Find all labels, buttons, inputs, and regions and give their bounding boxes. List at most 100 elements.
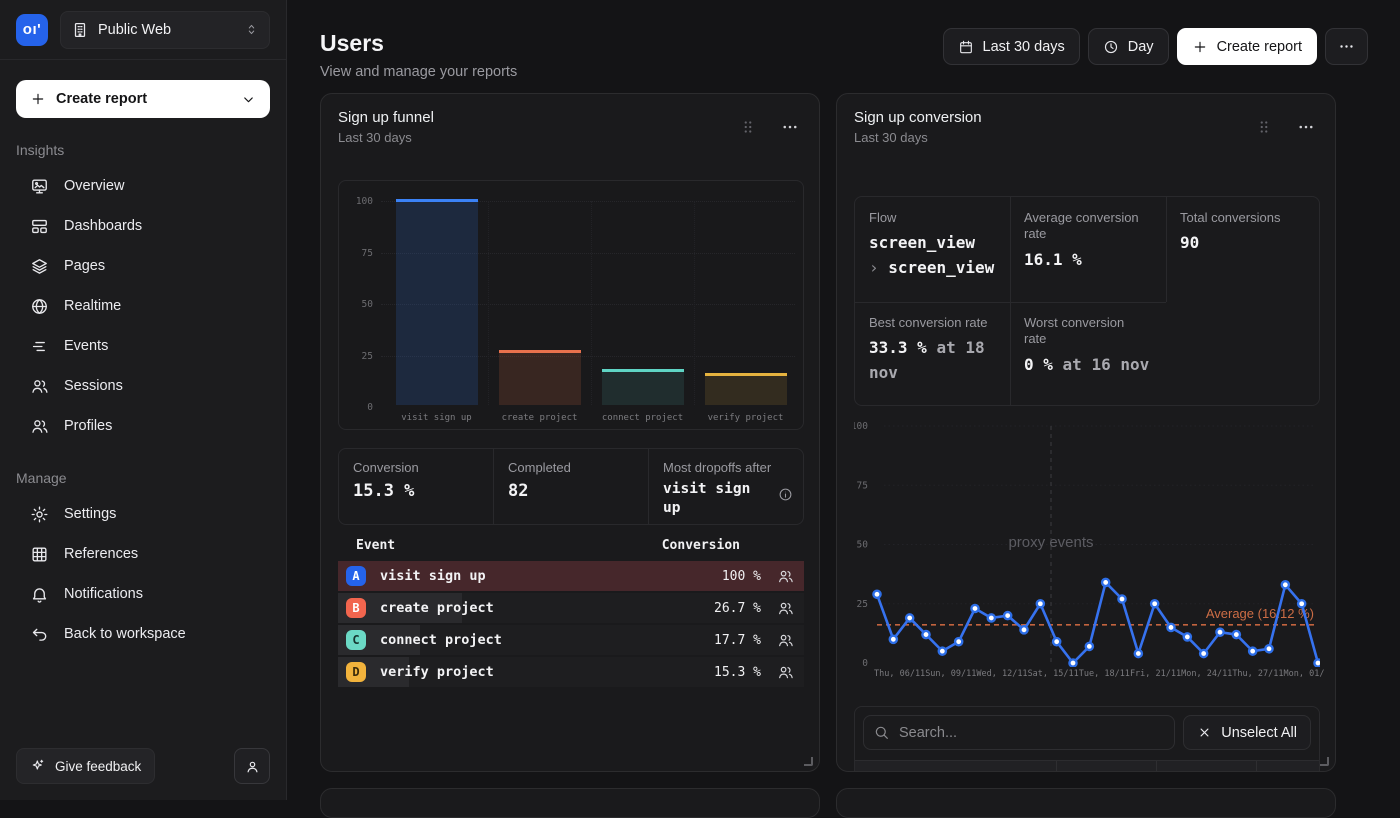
funnel-card: Sign up funnel Last 30 days 0255075100vi… <box>320 93 820 772</box>
give-feedback-button[interactable]: Give feedback <box>16 748 155 784</box>
project-name: Public Web <box>98 22 171 38</box>
sidebar-header: oı' Public Web <box>0 0 286 60</box>
svg-text:proxy events: proxy events <box>1008 534 1093 551</box>
clipped-card <box>836 788 1336 818</box>
avatar-button[interactable] <box>234 748 270 784</box>
sidebar-item-realtime[interactable]: Realtime <box>16 286 270 326</box>
stat-conversion: Conversion 15.3 % <box>339 449 493 524</box>
sidebar-item-label: Events <box>64 338 108 354</box>
sidebar-item-dashboards[interactable]: Dashboards <box>16 206 270 246</box>
event-table: Event Conversion Avisit sign up100 %Bcre… <box>338 531 804 687</box>
people-icon[interactable] <box>777 664 794 681</box>
event-row[interactable]: Bcreate project26.7 % <box>338 593 804 623</box>
resize-grip[interactable] <box>804 757 813 766</box>
toolbar: Last 30 days Day Create report <box>943 28 1368 65</box>
sidebar-item-label: Realtime <box>64 298 121 314</box>
card-subtitle: Last 30 days <box>854 130 982 145</box>
sidebar-item-profiles[interactable]: Profiles <box>16 406 270 446</box>
card-title: Sign up conversion <box>854 109 982 126</box>
grid-icon <box>30 545 49 564</box>
card-subtitle: Last 30 days <box>338 130 434 145</box>
create-report-button[interactable]: Create report <box>1177 28 1317 65</box>
y-tick: 75 <box>347 248 373 259</box>
svg-text:Average (16.12 %): Average (16.12 %) <box>1206 606 1314 621</box>
drag-handle-icon[interactable] <box>1255 118 1273 136</box>
chevrons-updown-icon <box>244 22 259 37</box>
section-label: Insights <box>16 142 270 158</box>
plus-icon <box>30 91 46 107</box>
sidebar-item-events[interactable]: Events <box>16 326 270 366</box>
x-tick-label: Thu, 27/11 <box>1232 669 1283 679</box>
ellipsis-icon <box>1338 38 1355 55</box>
funnel-bar[interactable] <box>396 199 478 405</box>
sidebar-item-settings[interactable]: Settings <box>16 494 270 534</box>
x-tick-label: Mon, 24/11 <box>1181 669 1232 679</box>
more-options-button[interactable] <box>1325 28 1368 65</box>
event-conversion-value: 15.3 % <box>714 665 761 680</box>
drag-handle-icon[interactable] <box>739 118 757 136</box>
event-row[interactable]: Cconnect project17.7 % <box>338 625 804 655</box>
funnel-bar[interactable] <box>499 350 581 405</box>
y-tick: 0 <box>347 402 373 413</box>
funnel-bar[interactable] <box>602 369 684 405</box>
funnel-bar[interactable] <box>705 373 787 405</box>
chevron-right-icon: › <box>869 258 879 277</box>
give-feedback-label: Give feedback <box>55 759 141 774</box>
x-tick-label: Wed, 12/11 <box>976 669 1027 679</box>
stat-completed: Completed 82 <box>493 449 648 524</box>
stat-total-conversions: Total conversions 90 <box>1166 197 1321 269</box>
sidebar-nav: Insights Overview Dashboards Pages Realtime E… <box>16 142 270 654</box>
bar-category-label: create project <box>488 413 591 423</box>
search-input[interactable] <box>863 715 1175 750</box>
sidebar-item-label: References <box>64 546 138 562</box>
x-tick-label: Sun, 09/11 <box>925 669 976 679</box>
granularity-button[interactable]: Day <box>1088 28 1169 65</box>
organization-icon <box>71 21 89 39</box>
clipped-card <box>320 788 820 818</box>
app-logo-text: oı' <box>23 21 41 38</box>
sidebar-item-pages[interactable]: Pages <box>16 246 270 286</box>
event-badge: C <box>346 630 366 650</box>
sidebar-item-overview[interactable]: Overview <box>16 166 270 206</box>
event-conversion-value: 17.7 % <box>714 633 761 648</box>
x-axis-labels: Thu, 06/11Sun, 09/11Wed, 12/11Sat, 15/11… <box>874 669 1324 679</box>
unselect-all-button[interactable]: Unselect All <box>1183 715 1311 750</box>
page-subtitle: View and manage your reports <box>320 64 517 80</box>
event-badge: A <box>346 566 366 586</box>
stat-worst-rate: Worst conversion rate 0 % at 16 nov <box>1010 302 1166 390</box>
people-icon[interactable] <box>777 600 794 617</box>
sidebar-item-label: Pages <box>64 258 105 274</box>
project-selector[interactable]: Public Web <box>60 11 270 49</box>
conversion-line-chart: 0255075100proxy eventsAverage (16.12 %) … <box>854 419 1320 689</box>
sidebar-item-notifications[interactable]: Notifications <box>16 574 270 614</box>
people-icon[interactable] <box>777 568 794 585</box>
sidebar-item-label: Notifications <box>64 586 143 602</box>
card-menu-icon[interactable] <box>781 118 799 136</box>
sidebar: oı' Public Web Create report Insights Ove… <box>0 0 287 800</box>
sidebar-item-label: Dashboards <box>64 218 142 234</box>
event-filter-box: Unselect All <box>854 706 1320 772</box>
info-icon[interactable] <box>778 487 793 502</box>
card-menu-icon[interactable] <box>1297 118 1315 136</box>
app-logo[interactable]: oı' <box>16 14 48 46</box>
sidebar-item-references[interactable]: References <box>16 534 270 574</box>
svg-text:25: 25 <box>857 599 868 610</box>
event-name: visit sign up <box>380 568 486 584</box>
sidebar-item-sessions[interactable]: Sessions <box>16 366 270 406</box>
create-report-label: Create report <box>56 91 147 107</box>
resize-grip[interactable] <box>1320 757 1329 766</box>
event-row[interactable]: Avisit sign up100 % <box>338 561 804 591</box>
people-icon[interactable] <box>777 632 794 649</box>
x-tick-label: Sat, 15/11 <box>1028 669 1079 679</box>
stat-most-dropoffs: Most dropoffs after visit sign up <box>648 449 803 524</box>
sidebar-item-back-to-workspace[interactable]: Back to workspace <box>16 614 270 654</box>
event-row[interactable]: Dverify project15.3 % <box>338 657 804 687</box>
event-name: create project <box>380 600 494 616</box>
layers-icon <box>30 257 49 276</box>
sidebar-create-report-button[interactable]: Create report <box>16 80 270 118</box>
sidebar-item-label: Sessions <box>64 378 123 394</box>
event-conversion-value: 26.7 % <box>714 601 761 616</box>
y-tick: 100 <box>347 196 373 207</box>
overview-icon <box>30 177 49 196</box>
date-range-button[interactable]: Last 30 days <box>943 28 1080 65</box>
